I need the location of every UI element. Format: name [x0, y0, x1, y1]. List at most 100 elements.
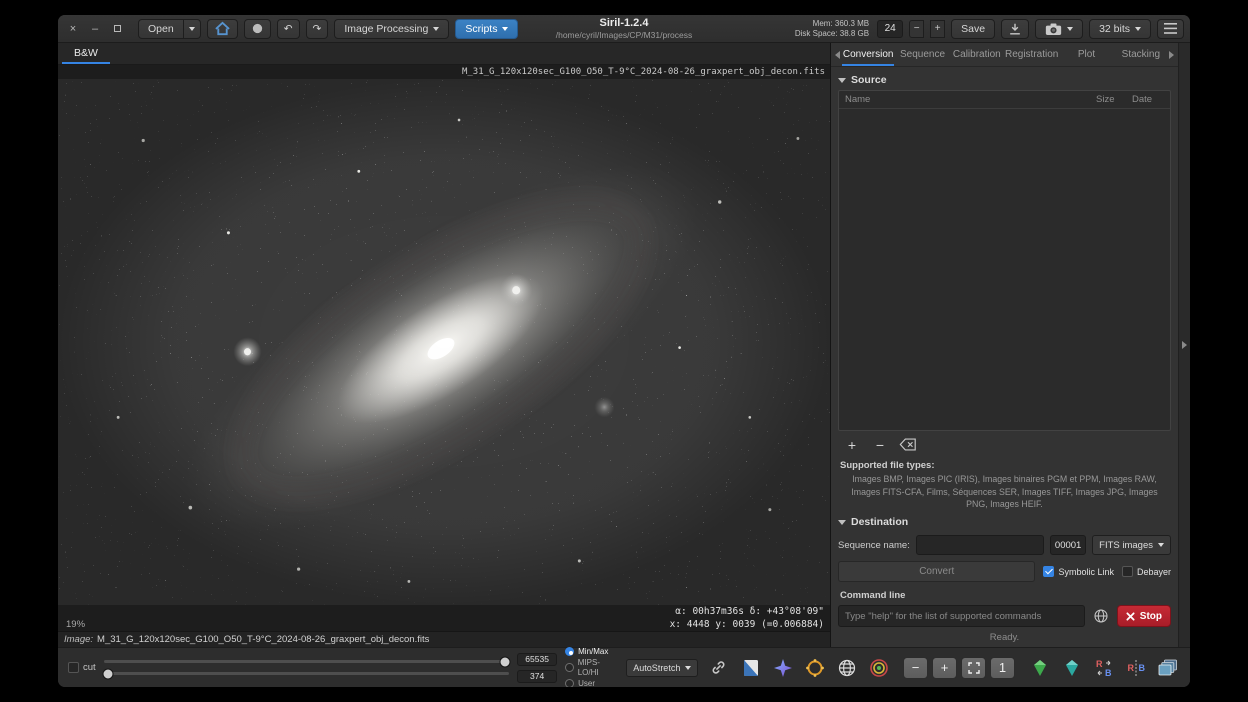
image-canvas[interactable]	[58, 79, 830, 605]
stop-x-icon	[1126, 612, 1135, 621]
cut-checkbox[interactable]	[68, 662, 79, 673]
destination-expander[interactable]: Destination	[838, 516, 1171, 528]
bit-depth-dropdown[interactable]: 32 bits	[1089, 19, 1151, 39]
negative-view-button[interactable]	[738, 656, 763, 680]
tab-conversion[interactable]: Conversion	[842, 44, 894, 66]
annotations-button[interactable]	[1059, 656, 1084, 680]
tabs-scroll-left-icon[interactable]	[835, 51, 840, 59]
symbolic-link-checkbox-group[interactable]: Symbolic Link	[1043, 566, 1114, 577]
output-format-dropdown[interactable]: FITS images	[1092, 535, 1171, 555]
background-samples-button[interactable]	[866, 656, 891, 680]
close-window-button[interactable]: ×	[64, 20, 82, 38]
menu-button[interactable]	[1157, 19, 1184, 39]
source-file-list[interactable]: Name Size Date	[838, 90, 1171, 431]
low-value-input[interactable]	[517, 670, 557, 683]
open-recent-dropdown[interactable]	[184, 19, 201, 39]
column-name[interactable]: Name	[845, 94, 1096, 105]
panel-collapse-strip[interactable]	[1178, 43, 1190, 647]
image-label-filename: M_31_G_120x120sec_G100_O50_T-9°C_2024-08…	[97, 634, 429, 645]
star-icon	[773, 658, 793, 678]
threads-increment-button[interactable]: +	[930, 20, 945, 38]
tab-sequence[interactable]: Sequence	[896, 44, 948, 66]
home-button[interactable]	[207, 19, 238, 39]
save-as-button[interactable]	[1001, 19, 1029, 39]
file-list-header: Name Size Date	[839, 91, 1170, 109]
sequence-index-input[interactable]	[1050, 535, 1086, 555]
tab-stacking[interactable]: Stacking	[1115, 44, 1167, 66]
sequence-name-input[interactable]	[916, 535, 1044, 555]
link-sliders-button[interactable]	[706, 656, 730, 680]
rgb-swap-button[interactable]: RB	[1091, 656, 1116, 680]
undo-icon: ↶	[284, 23, 293, 35]
teal-gem-icon	[1062, 658, 1082, 678]
tab-plot[interactable]: Plot	[1060, 44, 1112, 66]
column-size[interactable]: Size	[1096, 94, 1132, 105]
one-to-one-button[interactable]: 1	[990, 657, 1015, 679]
symbolic-link-checkbox[interactable]	[1043, 566, 1054, 577]
file-list-body[interactable]	[839, 109, 1170, 430]
memory-usage: Mem: 360.3 MB	[795, 19, 869, 29]
tab-bw[interactable]: B&W	[62, 45, 110, 64]
low-threshold-slider[interactable]	[104, 672, 509, 675]
tabs-scroll-right-icon[interactable]	[1169, 51, 1174, 59]
expander-arrow-icon	[838, 78, 846, 83]
command-help-button[interactable]	[1090, 605, 1112, 627]
rgb-flip-icon: RB	[1126, 658, 1146, 678]
command-input[interactable]	[838, 605, 1085, 627]
remove-files-button[interactable]: −	[868, 435, 892, 455]
bit-depth-label: 32 bits	[1099, 23, 1130, 35]
column-date[interactable]: Date	[1132, 94, 1164, 105]
image-label-row: Image: M_31_G_120x120sec_G100_O50_T-9°C_…	[58, 631, 830, 647]
threads-decrement-button[interactable]: −	[909, 20, 924, 38]
zoom-level: 19%	[66, 618, 85, 631]
radio-user[interactable]: User	[565, 679, 618, 688]
cut-checkbox-group[interactable]: cut	[68, 662, 96, 673]
open-button[interactable]: Open	[138, 19, 184, 39]
scripts-label: Scripts	[465, 23, 497, 35]
fit-to-window-button[interactable]	[961, 657, 986, 679]
add-files-button[interactable]: +	[840, 435, 864, 455]
tab-registration[interactable]: Registration	[1005, 44, 1058, 66]
snapshot-camera-button[interactable]	[1035, 19, 1083, 39]
celestial-grid-button[interactable]	[834, 656, 859, 680]
image-viewer-pane: B&W M_31_G_120x120sec_G100_O50_T-9°C_202…	[58, 43, 831, 647]
minimize-window-button[interactable]: –	[86, 20, 104, 38]
radio-mips[interactable]: MIPS-LO/HI	[565, 658, 618, 678]
snapshot-button[interactable]	[244, 19, 271, 39]
star-detection-button[interactable]	[770, 656, 795, 680]
radio-icon	[565, 647, 574, 656]
scripts-button[interactable]: Scripts	[455, 19, 518, 39]
astrometry-button[interactable]	[1027, 656, 1052, 680]
target-rings-icon	[869, 658, 889, 678]
conversion-tab-content: Source Name Size Date + −	[831, 67, 1178, 647]
high-slider-handle[interactable]	[500, 656, 511, 667]
debayer-checkbox[interactable]	[1122, 566, 1133, 577]
high-threshold-slider[interactable]	[104, 660, 509, 663]
image-processing-button[interactable]: Image Processing	[334, 19, 449, 39]
radio-minmax[interactable]: Min/Max	[565, 647, 618, 657]
clear-list-button[interactable]	[896, 435, 920, 455]
stretch-mode-dropdown[interactable]: AutoStretch	[626, 659, 698, 677]
zoom-in-button[interactable]: +	[932, 657, 957, 679]
home-icon	[214, 21, 231, 36]
channel-stack-button[interactable]	[1155, 656, 1180, 680]
source-expander[interactable]: Source	[838, 74, 1171, 86]
high-value-input[interactable]	[517, 653, 557, 666]
radio-icon	[565, 679, 574, 687]
pixel-coordinates-row: 19% x: 4448 y: 0039 (=0.006884)	[58, 618, 830, 631]
undo-button[interactable]: ↶	[277, 19, 300, 39]
tab-calibration[interactable]: Calibration	[951, 44, 1003, 66]
stretch-mode-label: AutoStretch	[633, 663, 680, 673]
threads-input[interactable]	[877, 20, 903, 38]
redo-button[interactable]: ↷	[306, 19, 329, 39]
viewer-tabbar: B&W	[58, 43, 830, 65]
convert-button[interactable]: Convert	[838, 561, 1035, 582]
save-button[interactable]: Save	[951, 19, 995, 39]
rgb-flip-button[interactable]: RB	[1123, 656, 1148, 680]
low-slider-handle[interactable]	[102, 668, 113, 679]
stop-button[interactable]: Stop	[1117, 605, 1171, 627]
zoom-out-button[interactable]: −	[903, 657, 928, 679]
maximize-window-button[interactable]	[108, 20, 126, 38]
debayer-checkbox-group[interactable]: Debayer	[1122, 566, 1171, 577]
photometry-button[interactable]	[802, 656, 827, 680]
